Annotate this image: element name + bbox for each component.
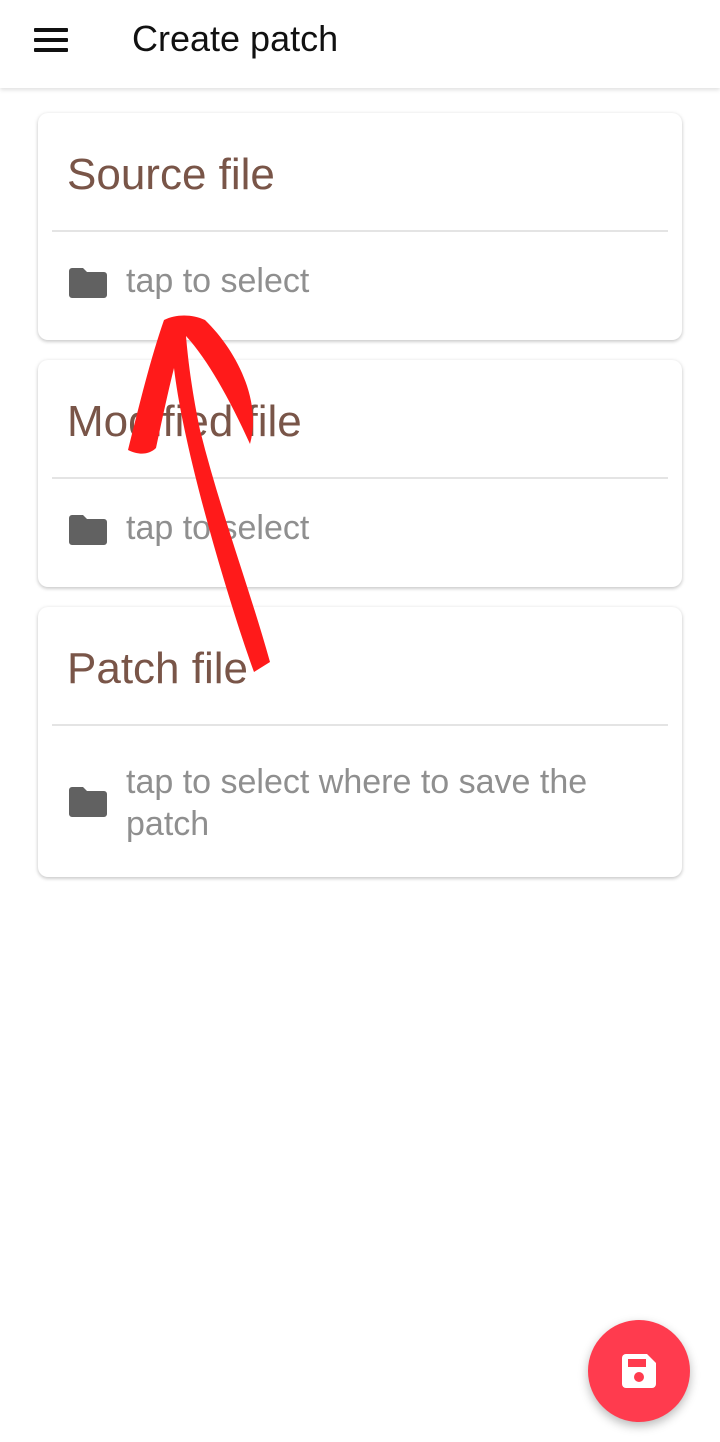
modified-file-title: Modified file [67, 397, 302, 446]
patch-file-card: Patch file tap to select where to save t… [38, 607, 682, 877]
page-title: Create patch [132, 18, 339, 59]
source-file-select-row[interactable]: tap to select [38, 232, 682, 340]
modified-file-select-row[interactable]: tap to select [38, 479, 682, 587]
patch-file-title: Patch file [67, 644, 248, 693]
page: Create patch Source file tap to select M… [0, 0, 720, 1442]
folder-icon [69, 268, 107, 298]
hamburger-menu-icon[interactable] [22, 14, 80, 62]
modified-file-card: Modified file tap to select [38, 360, 682, 587]
save-icon [622, 1354, 656, 1388]
source-file-select-text: tap to select [126, 262, 310, 300]
patch-file-select-text: tap to select where to save the patch [126, 763, 588, 843]
app-bar: Create patch [0, 0, 720, 88]
patch-file-select-row[interactable]: tap to select where to save the patch [38, 726, 682, 877]
source-file-title: Source file [67, 150, 275, 199]
folder-icon [69, 515, 107, 545]
source-file-card: Source file tap to select [38, 113, 682, 340]
modified-file-select-text: tap to select [126, 509, 310, 547]
folder-icon [69, 787, 107, 817]
save-fab-button[interactable] [588, 1320, 690, 1422]
